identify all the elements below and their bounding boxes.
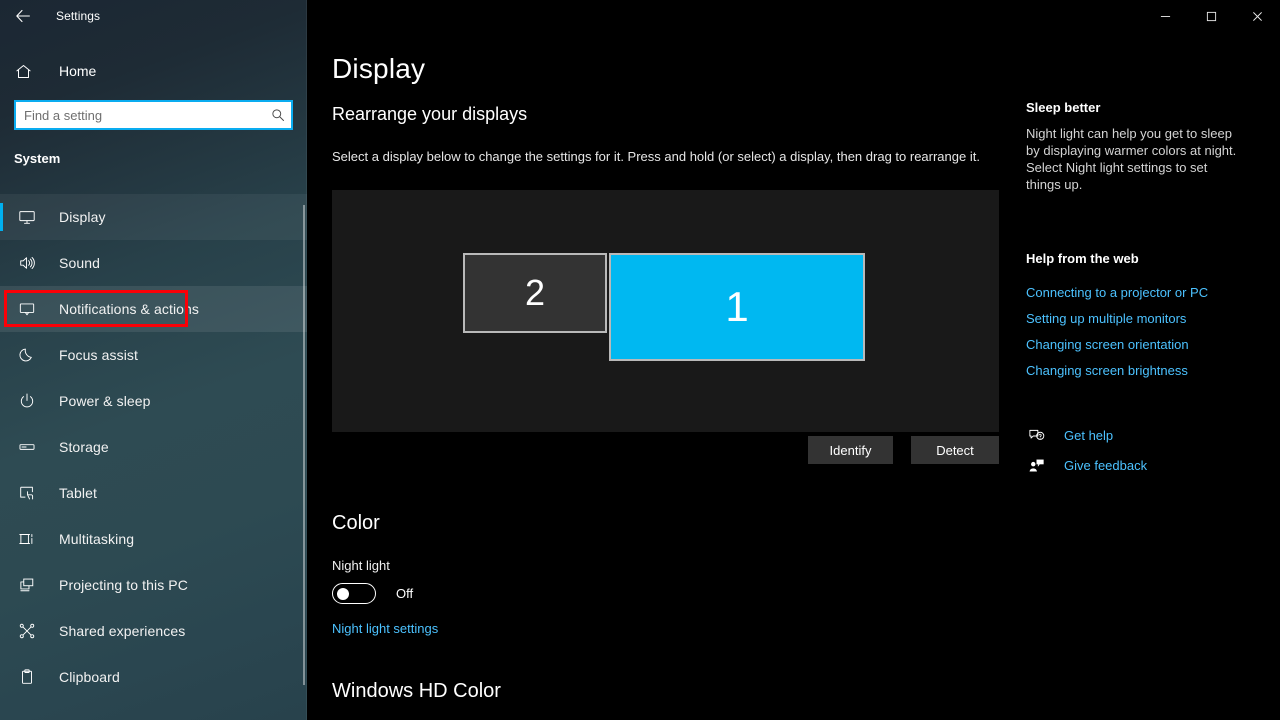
- sidebar-item-shared-experiences-label: Shared experiences: [59, 623, 185, 639]
- sidebar-item-home-label: Home: [59, 63, 96, 79]
- sidebar-item-multitasking-label: Multitasking: [59, 531, 134, 547]
- right-rail: Sleep better Night light can help you ge…: [1018, 0, 1280, 720]
- display-tile-2-number: 2: [525, 275, 545, 311]
- search-input[interactable]: [16, 102, 265, 128]
- sidebar-item-focus-assist-label: Focus assist: [59, 347, 138, 363]
- help-from-web-heading: Help from the web: [1026, 251, 1139, 266]
- project-screen-icon: [15, 573, 39, 597]
- night-light-label: Night light: [332, 558, 390, 573]
- clipboard-icon: [15, 665, 39, 689]
- sidebar-item-tablet[interactable]: Tablet: [0, 470, 307, 516]
- sidebar-item-home[interactable]: Home: [0, 55, 307, 87]
- back-arrow-icon: [15, 8, 31, 24]
- minimize-icon: [1160, 11, 1171, 22]
- sidebar-item-display-label: Display: [59, 209, 106, 225]
- give-feedback-row[interactable]: Give feedback: [1026, 455, 1147, 475]
- sidebar-item-sound-label: Sound: [59, 255, 100, 271]
- notification-balloon-icon: [15, 297, 39, 321]
- tablet-touch-icon: [15, 481, 39, 505]
- power-icon: [15, 389, 39, 413]
- sidebar-item-clipboard[interactable]: Clipboard: [0, 654, 307, 700]
- help-link-multiple-monitors[interactable]: Setting up multiple monitors: [1026, 311, 1186, 326]
- night-light-toggle-row: Off: [332, 583, 413, 604]
- main-content: Display Rearrange your displays Select a…: [307, 0, 1018, 720]
- rearrange-heading: Rearrange your displays: [332, 104, 527, 125]
- help-link-connecting-projector[interactable]: Connecting to a projector or PC: [1026, 285, 1208, 300]
- close-icon: [1252, 11, 1263, 22]
- drive-icon: [15, 435, 39, 459]
- feedback-person-icon: [1026, 455, 1046, 475]
- display-tile-2[interactable]: 2: [463, 253, 607, 333]
- sidebar-item-clipboard-label: Clipboard: [59, 669, 120, 685]
- sidebar-item-notifications-actions[interactable]: Notifications & actions: [0, 286, 307, 332]
- night-light-toggle[interactable]: [332, 583, 376, 604]
- detect-button[interactable]: Detect: [911, 436, 999, 464]
- sidebar-item-display[interactable]: Display: [0, 194, 307, 240]
- minimize-button[interactable]: [1142, 0, 1188, 32]
- sidebar-item-power-sleep[interactable]: Power & sleep: [0, 378, 307, 424]
- toggle-knob: [337, 588, 349, 600]
- sidebar-item-sound[interactable]: Sound: [0, 240, 307, 286]
- search-box[interactable]: [14, 100, 293, 130]
- get-help-row[interactable]: Get help: [1026, 425, 1113, 445]
- sidebar-item-storage[interactable]: Storage: [0, 424, 307, 470]
- sidebar-item-notifications-actions-label: Notifications & actions: [59, 301, 199, 317]
- page-title: Display: [332, 53, 425, 85]
- back-button[interactable]: [0, 0, 46, 32]
- sidebar-section-title: System: [14, 151, 60, 166]
- color-heading: Color: [332, 512, 380, 535]
- moon-icon: [15, 343, 39, 367]
- display-arrangement-panel[interactable]: 2 1: [332, 190, 999, 432]
- search-icon[interactable]: [265, 108, 291, 122]
- window-controls: [1142, 0, 1280, 32]
- close-button[interactable]: [1234, 0, 1280, 32]
- share-nodes-icon: [15, 619, 39, 643]
- get-help-link[interactable]: Get help: [1064, 428, 1113, 443]
- sleep-better-heading: Sleep better: [1026, 100, 1100, 115]
- maximize-button[interactable]: [1188, 0, 1234, 32]
- sidebar-titlebar: Settings: [0, 0, 307, 32]
- sidebar-item-focus-assist[interactable]: Focus assist: [0, 332, 307, 378]
- sidebar-item-projecting-to-this-pc[interactable]: Projecting to this PC: [0, 562, 307, 608]
- maximize-icon: [1206, 11, 1217, 22]
- sidebar: Settings Home System: [0, 0, 307, 720]
- speaker-icon: [15, 251, 39, 275]
- identify-button[interactable]: Identify: [808, 436, 893, 464]
- display-tile-1[interactable]: 1: [609, 253, 865, 361]
- multitasking-icon: [15, 527, 39, 551]
- help-chat-icon: [1026, 425, 1046, 445]
- night-light-state: Off: [396, 586, 413, 601]
- window-title: Settings: [56, 9, 100, 23]
- sidebar-item-shared-experiences[interactable]: Shared experiences: [0, 608, 307, 654]
- home-icon: [15, 63, 39, 80]
- help-link-screen-orientation[interactable]: Changing screen orientation: [1026, 337, 1189, 352]
- windows-hd-color-heading: Windows HD Color: [332, 680, 501, 703]
- help-link-screen-brightness[interactable]: Changing screen brightness: [1026, 363, 1188, 378]
- display-tile-1-number: 1: [725, 286, 748, 328]
- sidebar-item-projecting-to-this-pc-label: Projecting to this PC: [59, 577, 188, 593]
- sleep-better-body: Night light can help you get to sleep by…: [1026, 125, 1244, 193]
- settings-window: Settings Home System: [0, 0, 1280, 720]
- give-feedback-link[interactable]: Give feedback: [1064, 458, 1147, 473]
- sidebar-item-storage-label: Storage: [59, 439, 109, 455]
- monitor-icon: [15, 205, 39, 229]
- sidebar-nav-list: Display Sound: [0, 194, 307, 700]
- sidebar-item-tablet-label: Tablet: [59, 485, 97, 501]
- sidebar-scrollbar[interactable]: [303, 205, 305, 685]
- sidebar-item-multitasking[interactable]: Multitasking: [0, 516, 307, 562]
- rearrange-description: Select a display below to change the set…: [332, 149, 980, 164]
- night-light-settings-link[interactable]: Night light settings: [332, 621, 438, 636]
- sidebar-item-power-sleep-label: Power & sleep: [59, 393, 151, 409]
